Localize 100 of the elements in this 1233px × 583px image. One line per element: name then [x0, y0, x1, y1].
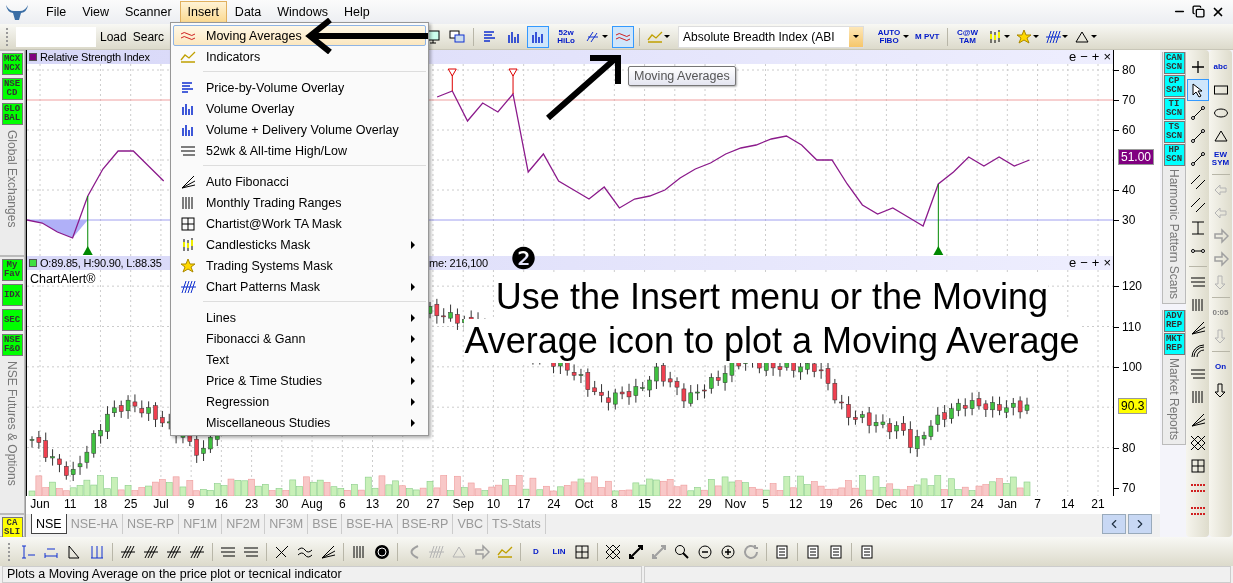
- menu-item[interactable]: Price-by-Volume Overlay: [173, 77, 426, 98]
- menu-item[interactable]: Data: [226, 1, 270, 23]
- panel-control-button[interactable]: −: [1078, 50, 1090, 64]
- panel-control-button[interactable]: e: [1067, 50, 1079, 64]
- panel-control-button[interactable]: ×: [1101, 50, 1113, 64]
- date-axis-label: 25: [124, 497, 138, 511]
- status-text: Plots a Moving Average on the price plot or tecnical indicator: [2, 566, 642, 583]
- shortcut-button[interactable]: NSE F&O: [1, 334, 23, 356]
- menu-item[interactable]: 52wk & All-time High/Low: [173, 140, 426, 161]
- date-axis-label: 9: [187, 497, 195, 511]
- shortcut-button[interactable]: GLO BAL: [1, 103, 23, 125]
- shortcut-button[interactable]: TI SCN: [1163, 98, 1185, 120]
- doc-icon: [805, 543, 821, 560]
- arrowl-icon: [1212, 182, 1229, 198]
- menu-item[interactable]: Lines: [173, 307, 426, 328]
- tool-button[interactable]: [1186, 79, 1209, 101]
- tool-button[interactable]: 52w HiLo: [551, 25, 582, 48]
- tool-button[interactable]: EW SYM: [1209, 148, 1232, 170]
- menu-item[interactable]: Chart Patterns Mask: [173, 276, 426, 297]
- chart-source-label: ChartAlert®: [30, 272, 96, 286]
- dropdown-caret-icon[interactable]: [1061, 35, 1068, 38]
- restore-icon[interactable]: [1192, 5, 1205, 18]
- date-axis-label: 10: [486, 497, 501, 511]
- tool-button[interactable]: C@W TAM: [952, 25, 983, 48]
- date-axis-label: 26: [849, 497, 863, 511]
- shortcut-button[interactable]: IDX: [1, 284, 23, 306]
- rect-icon: [1212, 82, 1229, 98]
- grid-icon: [574, 543, 590, 560]
- shortcut-button[interactable]: NSE CD: [1, 78, 23, 100]
- menu-item[interactable]: Trading Systems Mask: [173, 255, 426, 276]
- tool-button[interactable]: LIN: [548, 540, 570, 563]
- dropdown-caret-icon[interactable]: [903, 35, 910, 38]
- menu-item[interactable]: Volume + Delivery Volume Overlay: [173, 119, 426, 140]
- panel-control-button[interactable]: +: [1089, 256, 1102, 270]
- tool-button[interactable]: D: [525, 540, 547, 563]
- date-axis-label: 24: [970, 497, 984, 511]
- menu-item[interactable]: Monthly Trading Ranges: [173, 192, 426, 213]
- menu-item[interactable]: Volume Overlay: [173, 98, 426, 119]
- pattern-icon: [428, 543, 444, 560]
- crossgrid-icon: [605, 543, 621, 560]
- dropdown-caret-icon[interactable]: [1032, 35, 1039, 38]
- shortcut-button[interactable]: ADV REP: [1163, 310, 1185, 333]
- panel-title[interactable]: Market Reports: [1167, 358, 1181, 441]
- menu-item[interactable]: Candlesticks Mask: [173, 234, 426, 255]
- buy-signal-marker: [933, 183, 944, 255]
- panel-control-button[interactable]: +: [1089, 50, 1102, 64]
- dropdown-caret-icon[interactable]: [602, 35, 609, 38]
- menu-item[interactable]: Auto Fibonacci: [173, 171, 426, 192]
- diag-icon: [274, 543, 290, 560]
- grid-icon: [180, 215, 196, 232]
- select-caret-button[interactable]: [849, 26, 864, 47]
- panel-control-button[interactable]: e: [1067, 256, 1079, 270]
- panel-title[interactable]: Global Exchanges: [5, 130, 19, 228]
- menu-item[interactable]: Price & Time Studies: [173, 370, 426, 391]
- dropdown-caret-icon[interactable]: [1003, 35, 1010, 38]
- scroll-left-button[interactable]: [1102, 514, 1126, 534]
- tool-button[interactable]: M PVT: [913, 25, 942, 48]
- menu-item[interactable]: Miscellaneous Studies: [173, 412, 426, 433]
- date-axis-label: 17: [517, 497, 531, 511]
- study-select[interactable]: Absolute Breadth Index (ABI: [678, 25, 865, 48]
- menu-item[interactable]: Fibonacci & Gann: [173, 328, 426, 349]
- date-axis-label: 6: [338, 497, 346, 511]
- pattern-icon: [1044, 28, 1061, 45]
- line-icon: [1189, 128, 1206, 144]
- axis-tick-label: 60: [1122, 123, 1136, 137]
- menu-item[interactable]: View: [74, 1, 118, 23]
- symbol-input-field[interactable]: [16, 26, 96, 47]
- shortcut-button[interactable]: CA SLI: [1, 517, 23, 539]
- dropdown-caret-icon[interactable]: [664, 35, 671, 38]
- exchange-tab[interactable]: NSE: [31, 514, 67, 534]
- shortcut-button[interactable]: MCX NCX: [1, 53, 23, 75]
- toolbar-button[interactable]: Load: [98, 25, 129, 48]
- tool-button[interactable]: abc: [1209, 56, 1232, 78]
- panel-title[interactable]: NSE Futures & Options: [5, 361, 19, 486]
- tool-button[interactable]: AUTO FIBO: [874, 25, 912, 48]
- date-axis-label: 12: [789, 497, 803, 511]
- shortcut-button[interactable]: My Fav: [1, 259, 23, 281]
- shortcut-button[interactable]: HP SCN: [1163, 144, 1185, 166]
- menu-item[interactable]: File: [38, 1, 75, 23]
- panel-control-button[interactable]: −: [1078, 256, 1090, 270]
- menu-item[interactable]: Regression: [173, 391, 426, 412]
- shortcut-button[interactable]: TS SCN: [1163, 121, 1185, 143]
- menu-item[interactable]: Text: [173, 349, 426, 370]
- shortcut-button[interactable]: CAN SCN: [1163, 52, 1185, 74]
- shortcut-button[interactable]: CP SCN: [1163, 75, 1185, 97]
- shortcut-button[interactable]: MKT REP: [1163, 333, 1185, 356]
- tool-button[interactable]: On: [1209, 356, 1232, 378]
- hatch-icon: [189, 543, 205, 560]
- toolbar-button[interactable]: Searc: [130, 25, 167, 48]
- menu-item[interactable]: Indicators: [173, 46, 426, 67]
- close-icon[interactable]: [1211, 5, 1225, 19]
- menu-item[interactable]: Insert: [179, 1, 227, 23]
- shortcut-button[interactable]: SEC: [1, 309, 23, 331]
- dropdown-caret-icon[interactable]: [1090, 35, 1097, 38]
- panel-title[interactable]: Harmonic Pattern Scans: [1167, 169, 1181, 300]
- scroll-right-button[interactable]: [1128, 514, 1152, 534]
- arrowl-icon: [1212, 205, 1229, 221]
- panel-control-button[interactable]: ×: [1101, 256, 1113, 270]
- menu-item[interactable]: Scanner: [117, 1, 180, 23]
- menu-item[interactable]: Chartist@Work TA Mask: [173, 213, 426, 234]
